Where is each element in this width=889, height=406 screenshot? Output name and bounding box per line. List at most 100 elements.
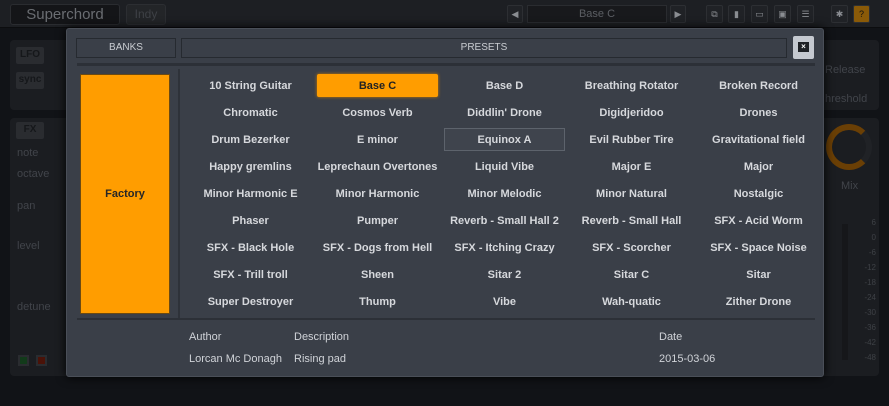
preset-item[interactable]: Sitar C xyxy=(568,261,695,288)
preset-label: SFX - Space Noise xyxy=(710,241,807,254)
close-button[interactable]: × xyxy=(793,36,814,59)
preset-item[interactable]: Sitar xyxy=(695,261,822,288)
meter-tick: -12 xyxy=(864,263,876,272)
preset-item[interactable]: Cosmos Verb xyxy=(314,99,441,126)
description-label: Description xyxy=(294,331,350,343)
preset-label: Equinox A xyxy=(444,128,565,151)
param-label: level xyxy=(17,240,40,252)
preset-label: Base C xyxy=(317,74,438,97)
release-label: Release xyxy=(825,64,866,76)
preset-name-display[interactable]: Base C xyxy=(527,5,667,23)
preset-item[interactable]: 10 String Guitar xyxy=(187,72,314,99)
next-preset-button[interactable]: ▶ xyxy=(670,5,686,23)
preset-item[interactable]: Base D xyxy=(441,72,568,99)
preset-item[interactable]: Broken Record xyxy=(695,72,822,99)
preset-label: Sitar C xyxy=(613,268,650,281)
help-icon[interactable]: ? xyxy=(853,5,870,23)
sync-button[interactable]: sync xyxy=(16,72,44,89)
preset-item[interactable]: Phaser xyxy=(187,207,314,234)
preset-label: SFX - Scorcher xyxy=(592,241,671,254)
preset-item[interactable]: Thump xyxy=(314,288,441,315)
preset-label: Happy gremlins xyxy=(209,160,292,173)
preset-item[interactable]: Drum Bezerker xyxy=(187,126,314,153)
preset-item[interactable]: Base C xyxy=(314,72,441,99)
preset-label: Reverb - Small Hall xyxy=(581,214,682,227)
preset-item[interactable]: Drones xyxy=(695,99,822,126)
preset-item[interactable]: Minor Harmonic E xyxy=(187,180,314,207)
save-icon[interactable]: ▣ xyxy=(774,5,791,23)
green-led[interactable] xyxy=(18,355,29,366)
preset-item[interactable]: SFX - Space Noise xyxy=(695,234,822,261)
meter-tick: 6 xyxy=(871,218,876,227)
preset-label: SFX - Acid Worm xyxy=(714,214,803,227)
preset-item[interactable]: Minor Natural xyxy=(568,180,695,207)
preset-label: SFX - Trill troll xyxy=(213,268,288,281)
preset-label: Breathing Rotator xyxy=(584,79,679,92)
preset-item[interactable]: Chromatic xyxy=(187,99,314,126)
preset-item[interactable]: SFX - Scorcher xyxy=(568,234,695,261)
preset-item[interactable]: Equinox A xyxy=(441,126,568,153)
preset-item[interactable]: Liquid Vibe xyxy=(441,153,568,180)
preset-item[interactable]: Major xyxy=(695,153,822,180)
preset-item[interactable]: SFX - Dogs from Hell xyxy=(314,234,441,261)
preset-label: Chromatic xyxy=(223,106,278,119)
divider xyxy=(77,318,815,320)
preset-label: Vibe xyxy=(492,295,517,308)
preset-label: Digidjeridoo xyxy=(599,106,664,119)
app-logo: Superchord xyxy=(10,4,120,25)
preset-item[interactable]: Zither Drone xyxy=(695,288,822,315)
bank-factory[interactable]: Factory xyxy=(80,74,170,314)
fx-button[interactable]: FX xyxy=(16,122,44,139)
menu-icon[interactable]: ☰ xyxy=(797,5,814,23)
preset-item[interactable]: Diddlin' Drone xyxy=(441,99,568,126)
preset-label: Leprechaun Overtones xyxy=(317,160,438,173)
preset-item[interactable]: Minor Melodic xyxy=(441,180,568,207)
preset-browser-dialog: BANKS PRESETS × Factory 10 String Guitar… xyxy=(66,28,824,377)
preset-item[interactable]: Gravitational field xyxy=(695,126,822,153)
paste-icon[interactable]: ▮ xyxy=(728,5,745,23)
mix-label: Mix xyxy=(841,180,859,192)
preset-label: Reverb - Small Hall 2 xyxy=(450,214,559,227)
preset-item[interactable]: Happy gremlins xyxy=(187,153,314,180)
preset-label: Drones xyxy=(739,106,778,119)
preset-label: Zither Drone xyxy=(725,295,792,308)
copy-icon[interactable]: ⧉ xyxy=(706,5,723,23)
meter-tick: 0 xyxy=(871,233,876,242)
preset-item[interactable]: Digidjeridoo xyxy=(568,99,695,126)
preset-item[interactable]: Leprechaun Overtones xyxy=(314,153,441,180)
preset-item[interactable]: SFX - Trill troll xyxy=(187,261,314,288)
meter-tick: -30 xyxy=(864,308,876,317)
date-value: 2015-03-06 xyxy=(659,353,716,365)
open-icon[interactable]: ▭ xyxy=(751,5,768,23)
preset-item[interactable]: Evil Rubber Tire xyxy=(568,126,695,153)
preset-item[interactable]: SFX - Itching Crazy xyxy=(441,234,568,261)
preset-item[interactable]: SFX - Black Hole xyxy=(187,234,314,261)
lfo-button[interactable]: LFO xyxy=(16,47,44,64)
preset-item[interactable]: Reverb - Small Hall xyxy=(568,207,695,234)
gear-icon[interactable]: ✱ xyxy=(831,5,848,23)
preset-item[interactable]: Nostalgic xyxy=(695,180,822,207)
preset-label: E minor xyxy=(357,133,398,146)
preset-item[interactable]: Sitar 2 xyxy=(441,261,568,288)
param-label: octave xyxy=(17,168,50,180)
preset-item[interactable]: Breathing Rotator xyxy=(568,72,695,99)
meter-tick: -18 xyxy=(864,278,876,287)
preset-label: Liquid Vibe xyxy=(474,160,535,173)
preset-item[interactable]: E minor xyxy=(314,126,441,153)
prev-preset-button[interactable]: ◀ xyxy=(507,5,523,23)
divider xyxy=(77,63,815,66)
preset-label: Gravitational field xyxy=(712,133,805,146)
preset-item[interactable]: Pumper xyxy=(314,207,441,234)
date-label: Date xyxy=(659,331,683,343)
red-led[interactable] xyxy=(36,355,47,366)
threshold-label: hreshold xyxy=(825,93,868,105)
preset-item[interactable]: Vibe xyxy=(441,288,568,315)
preset-item[interactable]: Sheen xyxy=(314,261,441,288)
preset-item[interactable]: Major E xyxy=(568,153,695,180)
preset-item[interactable]: Minor Harmonic xyxy=(314,180,441,207)
preset-item[interactable]: Super Destroyer xyxy=(187,288,314,315)
mix-knob[interactable] xyxy=(826,124,872,170)
preset-item[interactable]: Wah-quatic xyxy=(568,288,695,315)
preset-item[interactable]: SFX - Acid Worm xyxy=(695,207,822,234)
preset-item[interactable]: Reverb - Small Hall 2 xyxy=(441,207,568,234)
